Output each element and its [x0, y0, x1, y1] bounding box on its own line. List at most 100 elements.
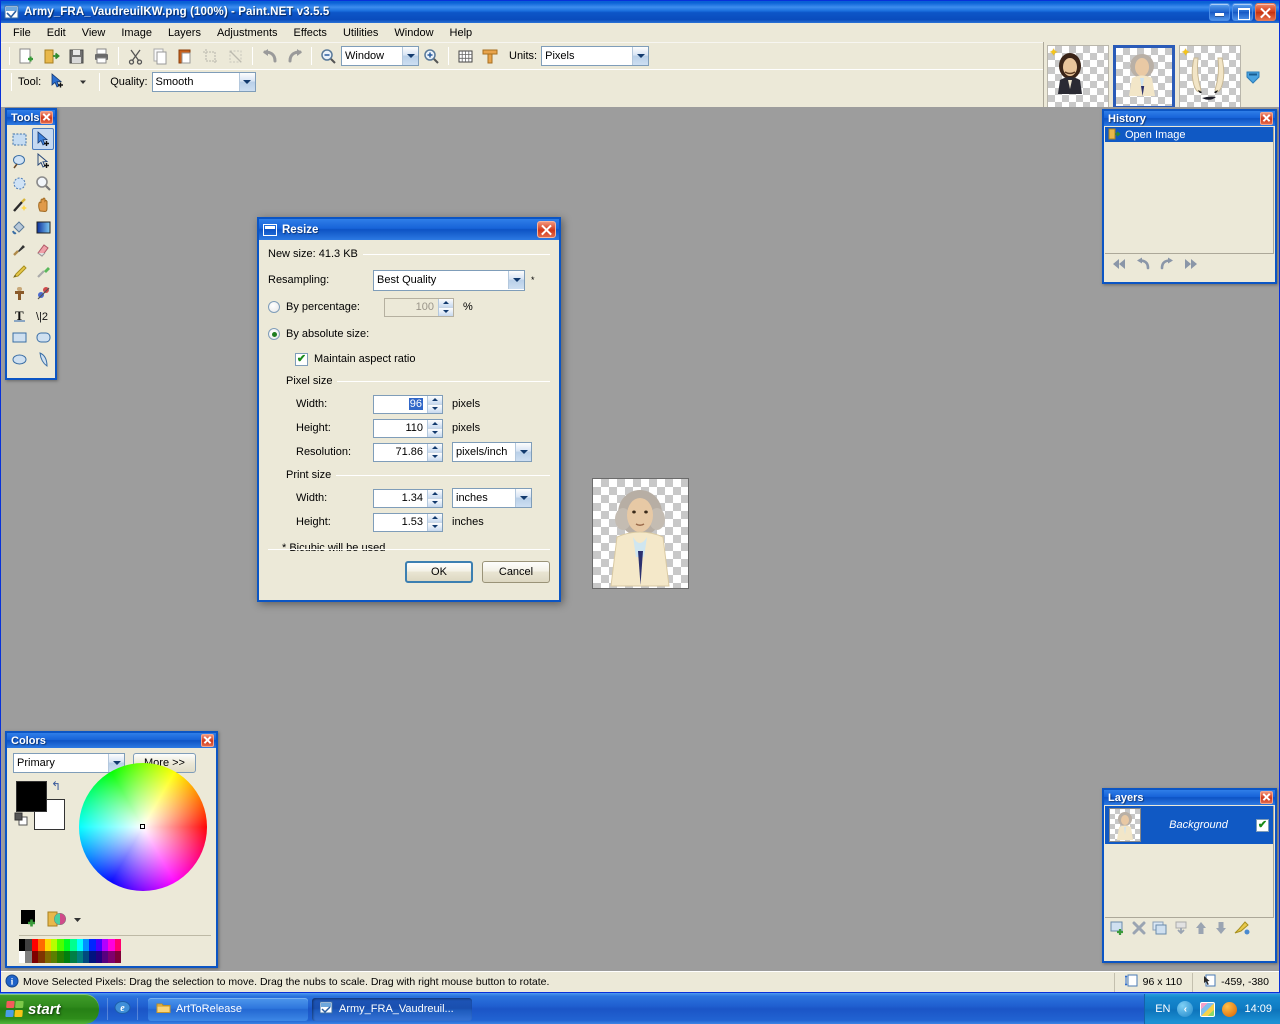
tool-lasso-select[interactable] [8, 150, 30, 172]
history-item-open-image[interactable]: Open Image [1105, 127, 1273, 142]
taskbar-item-paintnet[interactable]: Army_FRA_Vaudreuil... [312, 998, 472, 1021]
close-button[interactable] [1255, 3, 1276, 21]
start-button[interactable]: start [0, 994, 99, 1024]
open-image-icon[interactable] [40, 45, 63, 67]
paste-icon[interactable] [174, 45, 197, 67]
quicklaunch-ie-icon[interactable]: e [114, 999, 131, 1019]
menu-file[interactable]: File [5, 25, 39, 41]
print-width-spinner[interactable]: 1.34 [373, 489, 443, 508]
zoom-out-icon[interactable] [317, 45, 340, 67]
chevron-down-icon[interactable] [515, 489, 531, 507]
tool-ellipse[interactable] [8, 348, 30, 370]
resolution-stepper[interactable] [427, 444, 442, 461]
ok-button[interactable]: OK [405, 561, 473, 583]
tool-magic-wand[interactable] [8, 194, 30, 216]
menu-effects[interactable]: Effects [286, 25, 335, 41]
zoom-level-select[interactable]: Window [341, 46, 419, 66]
image-thumbnail-3[interactable]: ✦ [1179, 45, 1241, 109]
pixel-height-spinner[interactable]: 110 [373, 419, 443, 438]
tool-move-selected-pixels[interactable] [32, 128, 54, 150]
layer-visibility-checkbox[interactable]: ✔ [1256, 819, 1269, 832]
history-palette-titlebar[interactable]: History [1104, 111, 1275, 126]
reset-colors-icon[interactable] [14, 812, 28, 826]
palette-swatch[interactable] [115, 939, 121, 951]
chevron-down-icon[interactable] [402, 47, 418, 65]
resize-dialog-titlebar[interactable]: Resize [259, 219, 559, 240]
tool-color-picker[interactable] [32, 260, 54, 282]
layers-list[interactable]: Background ✔ [1105, 806, 1274, 918]
print-width-value[interactable]: 1.34 [374, 490, 427, 507]
menu-adjustments[interactable]: Adjustments [209, 25, 286, 41]
merge-layer-down-button[interactable] [1174, 921, 1188, 938]
color-mode-select[interactable]: Primary [13, 753, 125, 773]
close-icon[interactable] [537, 221, 556, 238]
tool-pencil[interactable] [8, 260, 30, 282]
tool-gradient[interactable] [32, 216, 54, 238]
tool-rectangle[interactable] [8, 326, 30, 348]
by-percentage-radio[interactable] [268, 301, 280, 313]
new-image-icon[interactable] [15, 45, 38, 67]
tray-app-icon-2[interactable] [1222, 1002, 1237, 1017]
colors-palette-titlebar[interactable]: Colors [7, 733, 216, 748]
maintain-aspect-ratio-checkbox[interactable]: ✔ [295, 353, 308, 366]
primary-color-swatch[interactable] [16, 781, 47, 812]
image-canvas[interactable] [592, 478, 689, 589]
pixel-width-field[interactable]: 96 [374, 396, 427, 413]
print-height-spinner[interactable]: 1.53 [373, 513, 443, 532]
tool-zoom[interactable] [32, 172, 54, 194]
menu-edit[interactable]: Edit [39, 25, 74, 41]
close-icon[interactable] [1260, 791, 1273, 804]
move-layer-down-button[interactable] [1214, 921, 1228, 938]
thumbnail-scroll-down-icon[interactable] [1245, 47, 1261, 107]
tool-eraser[interactable] [32, 238, 54, 260]
history-undo-button[interactable] [1135, 257, 1151, 273]
cancel-button[interactable]: Cancel [482, 561, 550, 583]
tool-paint-bucket[interactable] [8, 216, 30, 238]
resolution-spinner[interactable]: 71.86 [373, 443, 443, 462]
pixel-height-stepper[interactable] [427, 420, 442, 437]
print-height-value[interactable]: 1.53 [374, 514, 427, 531]
image-thumbnail-1[interactable]: ✦ [1047, 45, 1109, 109]
tray-expand-chevron-icon[interactable]: ‹ [1177, 1001, 1193, 1017]
close-icon[interactable] [40, 111, 53, 124]
crop-to-selection-icon[interactable] [199, 45, 222, 67]
chevron-down-icon[interactable] [73, 915, 82, 927]
window-titlebar[interactable]: Army_FRA_VaudreuilKW.png (100%) - Paint.… [1, 1, 1279, 23]
tool-move-selection[interactable] [32, 150, 54, 172]
chevron-down-icon[interactable] [508, 271, 524, 289]
move-selected-pixels-icon[interactable] [46, 71, 69, 93]
history-forward-all-button[interactable] [1183, 258, 1198, 273]
pixel-width-spinner[interactable]: 96 [373, 395, 443, 414]
resampling-select[interactable]: Best Quality [373, 270, 525, 291]
print-width-unit-select[interactable]: inches [452, 488, 532, 508]
tool-freeform-shape[interactable] [32, 348, 54, 370]
cut-icon[interactable] [124, 45, 147, 67]
tool-ellipse-select[interactable] [8, 172, 30, 194]
history-rewind-all-button[interactable] [1112, 258, 1127, 273]
tools-palette-titlebar[interactable]: Tools [7, 110, 55, 125]
add-color-to-palette-icon[interactable] [21, 910, 40, 931]
print-height-stepper[interactable] [427, 514, 442, 531]
delete-layer-button[interactable] [1132, 921, 1146, 938]
copy-icon[interactable] [149, 45, 172, 67]
layer-properties-button[interactable] [1234, 920, 1251, 938]
color-palette-strip[interactable] [19, 935, 211, 963]
open-palette-icon[interactable] [47, 910, 66, 931]
history-list[interactable]: Open Image [1105, 127, 1274, 254]
tool-clone-stamp[interactable] [8, 282, 30, 304]
deselect-all-icon[interactable] [224, 45, 247, 67]
redo-icon[interactable] [283, 45, 306, 67]
taskbar-item-arttorelease[interactable]: ArtToRelease [148, 998, 308, 1021]
pixel-height-value[interactable]: 110 [374, 420, 427, 437]
print-icon[interactable] [90, 45, 113, 67]
history-redo-button[interactable] [1159, 257, 1175, 273]
palette-row-top[interactable] [19, 939, 211, 951]
tray-language-indicator[interactable]: EN [1155, 1003, 1170, 1015]
layers-palette-titlebar[interactable]: Layers [1104, 790, 1275, 805]
tool-line-curve[interactable]: \|2 [32, 304, 54, 326]
pixel-width-stepper[interactable] [427, 396, 442, 413]
tool-text[interactable]: T [8, 304, 30, 326]
close-icon[interactable] [1260, 112, 1273, 125]
add-new-layer-button[interactable] [1110, 920, 1126, 938]
layer-item-background[interactable]: Background ✔ [1105, 806, 1273, 844]
